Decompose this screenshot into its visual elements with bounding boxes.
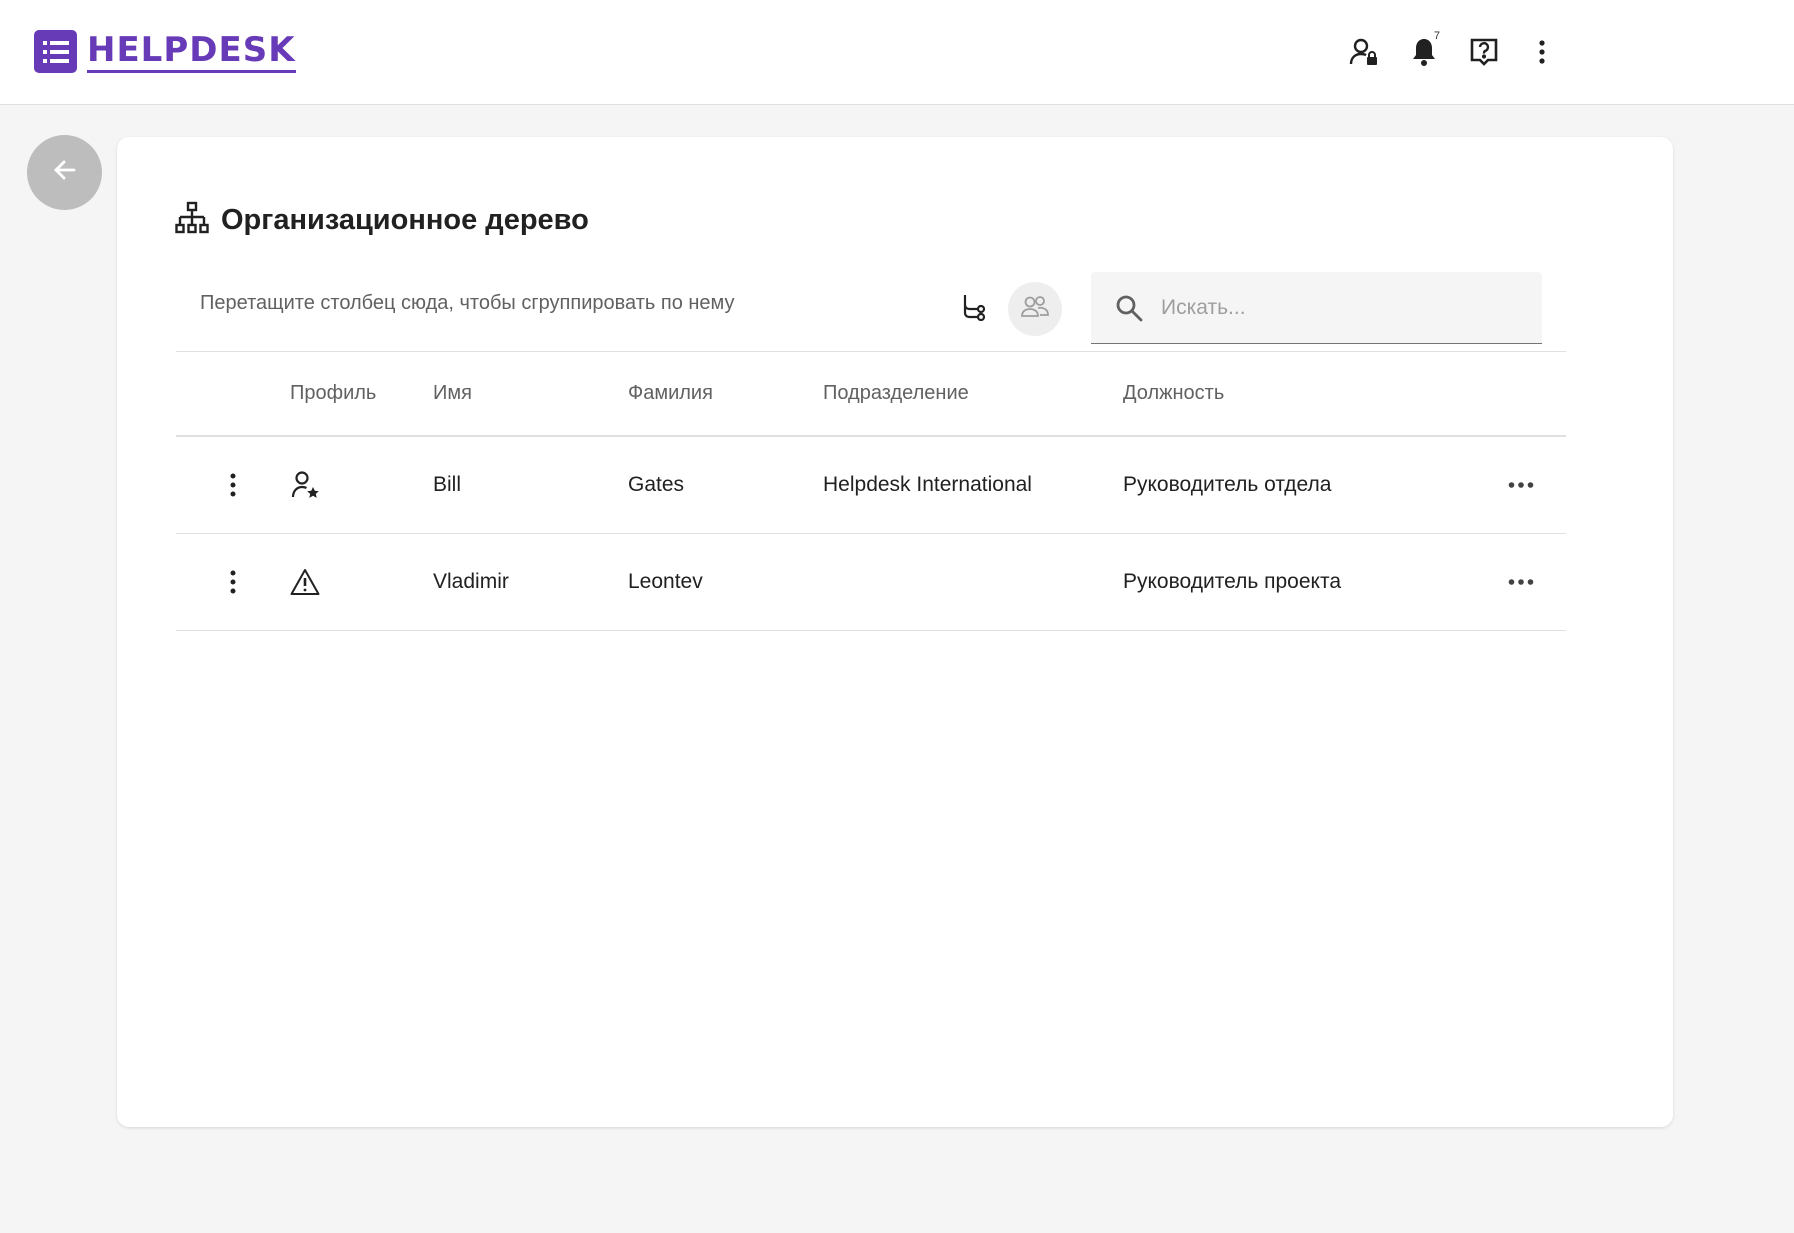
- cell-first-name: Bill: [433, 436, 628, 534]
- tree-view-button[interactable]: [955, 291, 991, 327]
- user-star-icon: [290, 470, 433, 500]
- search-field: [1091, 272, 1542, 344]
- table-row[interactable]: Bill Gates Helpdesk International Руково…: [176, 436, 1566, 534]
- helpdesk-logo[interactable]: HELPDESK: [34, 30, 296, 73]
- column-header-position[interactable]: Должность: [1123, 352, 1476, 437]
- column-header-row-menu: [1476, 352, 1566, 437]
- table-header-row: Профиль Имя Фамилия Подразделение Должно…: [176, 352, 1566, 437]
- group-by-panel[interactable]: Перетащите столбец сюда, чтобы сгруппиро…: [200, 292, 735, 315]
- top-app-bar: HELPDESK 7: [0, 0, 1794, 105]
- group-users-button[interactable]: [1008, 282, 1062, 336]
- more-vert-icon[interactable]: [1520, 30, 1564, 74]
- row-more-horiz-icon[interactable]: [1476, 481, 1566, 489]
- arrow-back-icon: [52, 157, 78, 188]
- search-input[interactable]: [1159, 288, 1523, 328]
- column-header-actions: [176, 352, 290, 437]
- row-more-horiz-icon[interactable]: [1476, 578, 1566, 586]
- column-header-last-name[interactable]: Фамилия: [628, 352, 823, 437]
- cell-department: Helpdesk International: [823, 436, 1123, 534]
- cell-last-name: Gates: [628, 436, 823, 534]
- help-icon[interactable]: [1462, 30, 1506, 74]
- cell-position: Руководитель проекта: [1123, 533, 1476, 631]
- logo-text: HELPDESK: [87, 30, 296, 73]
- user-lock-icon[interactable]: [1342, 30, 1386, 74]
- cell-last-name: Leontev: [628, 533, 823, 631]
- search-icon: [1115, 294, 1143, 327]
- cell-first-name: Vladimir: [433, 533, 628, 631]
- column-header-department[interactable]: Подразделение: [823, 352, 1123, 437]
- row-more-vert-icon[interactable]: [176, 570, 290, 594]
- warning-icon: [290, 568, 433, 596]
- row-more-vert-icon[interactable]: [176, 473, 290, 497]
- page-title: Организационное дерево: [221, 204, 589, 236]
- people-icon: [1020, 295, 1050, 324]
- table-row[interactable]: Vladimir Leontev Руководитель проекта: [176, 533, 1566, 631]
- org-tree-table: Профиль Имя Фамилия Подразделение Должно…: [176, 352, 1566, 631]
- cell-position: Руководитель отдела: [1123, 436, 1476, 534]
- bell-icon[interactable]: 7: [1402, 30, 1446, 74]
- column-header-profile[interactable]: Профиль: [290, 352, 433, 437]
- notification-count: 7: [1433, 30, 1440, 42]
- list-logo-icon: [34, 30, 77, 73]
- org-tree-icon: [175, 201, 209, 240]
- column-header-first-name[interactable]: Имя: [433, 352, 628, 437]
- page-title-row: Организационное дерево: [175, 201, 589, 240]
- back-button[interactable]: [27, 135, 102, 210]
- tree-structure-icon: [960, 293, 986, 326]
- cell-department: [823, 533, 1123, 631]
- org-tree-card: Организационное дерево Перетащите столбе…: [117, 137, 1673, 1127]
